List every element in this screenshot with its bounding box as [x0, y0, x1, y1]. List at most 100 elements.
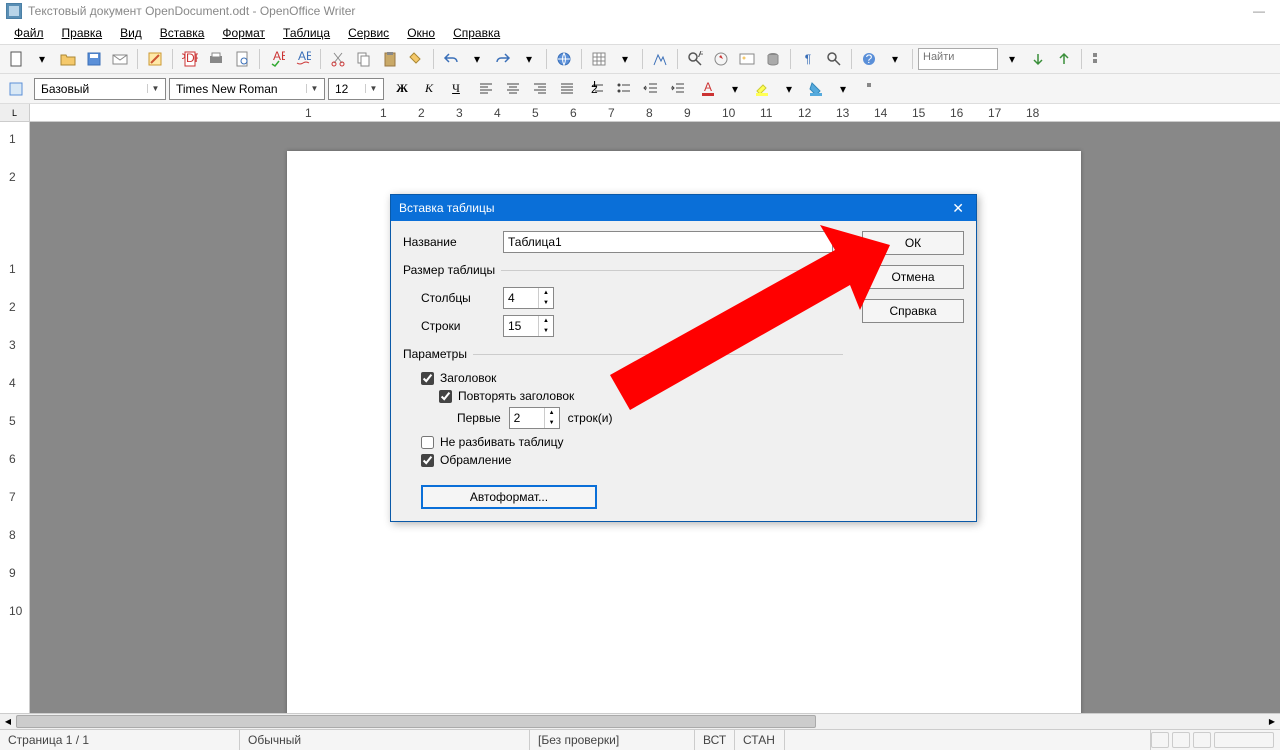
save-button[interactable] [82, 47, 106, 71]
bold-button[interactable]: Ж [390, 77, 414, 101]
undo-dropdown[interactable]: ▾ [465, 47, 489, 71]
font-dropdown-icon[interactable]: ▼ [306, 84, 322, 93]
help-button[interactable]: ? [857, 47, 881, 71]
status-lang[interactable]: [Без проверки] [530, 730, 695, 750]
autospell-button[interactable]: ABC [291, 47, 315, 71]
search-dropdown[interactable]: ▾ [1000, 47, 1024, 71]
cut-button[interactable] [326, 47, 350, 71]
align-left-button[interactable] [474, 77, 498, 101]
columns-up-icon[interactable]: ▲ [539, 288, 553, 298]
rows-spinner[interactable]: ▲▼ [503, 315, 554, 337]
menu-format[interactable]: Формат [214, 24, 273, 42]
size-combo[interactable]: 12 ▼ [328, 78, 384, 100]
indent-button[interactable] [666, 77, 690, 101]
font-combo[interactable]: Times New Roman ▼ [169, 78, 325, 100]
hyperlink-button[interactable] [552, 47, 576, 71]
first-input[interactable] [510, 408, 544, 428]
toolbar-overflow-button[interactable] [1087, 47, 1111, 71]
navigator-button[interactable] [709, 47, 733, 71]
format-paintbrush-button[interactable] [404, 47, 428, 71]
columns-input[interactable] [504, 288, 538, 308]
columns-down-icon[interactable]: ▼ [539, 298, 553, 308]
table-dropdown[interactable]: ▾ [613, 47, 637, 71]
new-doc-dropdown[interactable]: ▾ [30, 47, 54, 71]
menu-table[interactable]: Таблица [275, 24, 338, 42]
copy-button[interactable] [352, 47, 376, 71]
redo-button[interactable] [491, 47, 515, 71]
size-dropdown-icon[interactable]: ▼ [365, 84, 381, 93]
gallery-button[interactable] [735, 47, 759, 71]
cancel-button[interactable]: Отмена [862, 265, 964, 289]
search-down-button[interactable] [1026, 47, 1050, 71]
find-button[interactable]: A [683, 47, 707, 71]
nonprinting-button[interactable]: ¶ [796, 47, 820, 71]
close-icon[interactable]: ✕ [948, 200, 968, 217]
border-checkbox[interactable] [421, 454, 434, 467]
scroll-right-button[interactable]: ▶ [1264, 714, 1280, 729]
rows-input[interactable] [504, 316, 538, 336]
redo-dropdown[interactable]: ▾ [517, 47, 541, 71]
bgcolor-dropdown[interactable]: ▾ [831, 77, 855, 101]
rows-down-icon[interactable]: ▼ [539, 326, 553, 336]
underline-button[interactable]: Ч [444, 77, 468, 101]
spellcheck-button[interactable]: AB [265, 47, 289, 71]
align-center-button[interactable] [501, 77, 525, 101]
horizontal-ruler[interactable]: 1 1 2 3 4 5 6 7 8 9 10 11 12 13 14 15 16… [30, 104, 1280, 121]
numbered-list-button[interactable]: 12 [585, 77, 609, 101]
zoom-button[interactable] [822, 47, 846, 71]
table-button[interactable] [587, 47, 611, 71]
search-up-button[interactable] [1052, 47, 1076, 71]
view-multi-icon[interactable] [1172, 732, 1190, 748]
font-color-dropdown[interactable]: ▾ [723, 77, 747, 101]
font-color-button[interactable]: A [696, 77, 720, 101]
align-right-button[interactable] [528, 77, 552, 101]
first-down-icon[interactable]: ▼ [545, 418, 559, 428]
outdent-button[interactable] [639, 77, 663, 101]
format-overflow-button[interactable] [861, 77, 885, 101]
help-dropdown[interactable]: ▾ [883, 47, 907, 71]
border-checkbox-row[interactable]: Обрамление [403, 453, 843, 467]
heading-checkbox-row[interactable]: Заголовок [403, 371, 843, 385]
paste-button[interactable] [378, 47, 402, 71]
datasources-button[interactable] [761, 47, 785, 71]
minimize-button[interactable]: — [1244, 4, 1274, 18]
horizontal-scrollbar[interactable]: ◀ ▶ [0, 713, 1280, 729]
menu-tools[interactable]: Сервис [340, 24, 397, 42]
view-single-icon[interactable] [1151, 732, 1169, 748]
menu-help[interactable]: Справка [445, 24, 508, 42]
open-button[interactable] [56, 47, 80, 71]
undo-button[interactable] [439, 47, 463, 71]
scroll-left-button[interactable]: ◀ [0, 714, 16, 729]
nosplit-checkbox[interactable] [421, 436, 434, 449]
nosplit-checkbox-row[interactable]: Не разбивать таблицу [403, 435, 843, 449]
menu-view[interactable]: Вид [112, 24, 150, 42]
search-input[interactable] [923, 51, 993, 63]
style-dropdown-icon[interactable]: ▼ [147, 84, 163, 93]
help-button[interactable]: Справка [862, 299, 964, 323]
bullet-list-button[interactable] [612, 77, 636, 101]
first-up-icon[interactable]: ▲ [545, 408, 559, 418]
print-preview-button[interactable] [230, 47, 254, 71]
italic-button[interactable]: К [417, 77, 441, 101]
heading-checkbox[interactable] [421, 372, 434, 385]
menu-insert[interactable]: Вставка [152, 24, 213, 42]
export-pdf-button[interactable]: PDF [178, 47, 202, 71]
bgcolor-button[interactable] [804, 77, 828, 101]
scroll-track[interactable] [16, 714, 1264, 729]
edit-button[interactable] [143, 47, 167, 71]
status-insert[interactable]: ВСТ [695, 730, 735, 750]
print-button[interactable] [204, 47, 228, 71]
repeat-checkbox-row[interactable]: Повторять заголовок [403, 389, 843, 403]
search-box[interactable] [918, 48, 998, 70]
view-book-icon[interactable] [1193, 732, 1211, 748]
scroll-thumb[interactable] [16, 715, 816, 728]
styles-button[interactable] [4, 77, 28, 101]
table-name-input[interactable] [503, 231, 833, 253]
highlight-button[interactable] [750, 77, 774, 101]
dialog-title-bar[interactable]: Вставка таблицы ✕ [391, 195, 976, 221]
style-combo[interactable]: Базовый ▼ [34, 78, 166, 100]
drawing-button[interactable] [648, 47, 672, 71]
menu-window[interactable]: Окно [399, 24, 443, 42]
new-doc-button[interactable] [4, 47, 28, 71]
zoom-slider[interactable] [1214, 732, 1274, 748]
